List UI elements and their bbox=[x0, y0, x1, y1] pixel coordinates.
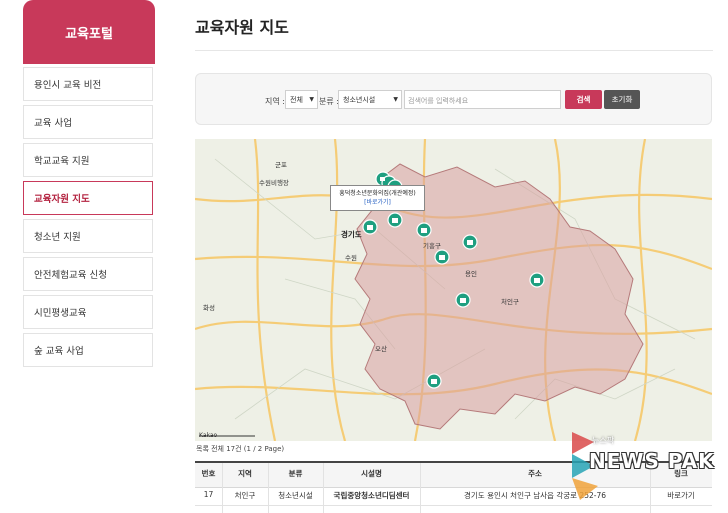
sidebar-item-forest-education[interactable]: 숲 교육 사업 bbox=[23, 333, 153, 367]
news-watermark: 뉴스팍 NEWS PAK bbox=[572, 432, 720, 500]
search-input[interactable]: 검색어를 입력하세요 bbox=[404, 90, 561, 109]
cell-facility[interactable]: 국립중앙청소년디딤센터 bbox=[323, 490, 420, 501]
chevron-down-icon: ▼ bbox=[309, 96, 314, 103]
sidebar-item-youth-support[interactable]: 청소년 지원 bbox=[23, 219, 153, 253]
sidebar-item-vision[interactable]: 용인시 교육 비전 bbox=[23, 67, 153, 101]
col-header-category: 분류 bbox=[288, 469, 303, 478]
region-select[interactable]: 전체 ▼ bbox=[285, 90, 318, 109]
popup-link[interactable]: [바로가기] bbox=[331, 198, 424, 207]
result-summary: 목록 전체 17건 (1 / 2 Page) bbox=[196, 445, 285, 453]
page-title: 교육자원 지도 bbox=[195, 18, 289, 37]
map-label-gunpo: 군포 bbox=[275, 161, 287, 169]
region-label: 지역 : bbox=[265, 97, 285, 106]
col-header-number: 번호 bbox=[201, 469, 216, 478]
map-label-yongin: 용인 bbox=[465, 270, 477, 278]
resource-map[interactable]: 군포 수원비행장 경기도 수원 기흥구 처인구 용인 화성 오산 흥덕청소년문화… bbox=[195, 139, 712, 441]
chevron-down-icon: ▼ bbox=[393, 96, 398, 103]
reset-button[interactable]: 초기화 bbox=[604, 90, 640, 109]
watermark-big-text: NEWS PAK bbox=[589, 449, 715, 473]
sidebar-item-lifelong-education[interactable]: 시민평생교육 bbox=[23, 295, 153, 329]
col-header-facility: 시설명 bbox=[361, 469, 382, 478]
map-label-hwaseong: 화성 bbox=[203, 304, 215, 312]
map-copyright: Kakao bbox=[199, 432, 218, 439]
region-select-value: 전체 bbox=[290, 96, 303, 104]
sidebar-title: 교육포털 bbox=[23, 0, 155, 64]
sidebar-item-resource-map[interactable]: 교육자원 지도 bbox=[23, 181, 153, 215]
map-label-gyeonggi: 경기도 bbox=[341, 230, 362, 239]
map-label-suwon: 수원 bbox=[345, 254, 357, 262]
map-label-osan: 오산 bbox=[375, 345, 387, 353]
popup-title: 흥덕청소년문화의집(개관예정) bbox=[339, 190, 416, 197]
sidebar-item-education-projects[interactable]: 교육 사업 bbox=[23, 105, 153, 139]
watermark-small-text: 뉴스팍 bbox=[592, 436, 615, 445]
category-select-value: 청소년시설 bbox=[343, 96, 376, 104]
cell-category: 청소년시설 bbox=[278, 491, 313, 500]
sidebar-item-safety-education[interactable]: 안전체험교육 신청 bbox=[23, 257, 153, 291]
map-popup[interactable]: 흥덕청소년문화의집(개관예정) [바로가기] bbox=[330, 185, 425, 211]
col-header-region: 지역 bbox=[238, 469, 252, 478]
cell-region: 처인구 bbox=[234, 491, 256, 500]
cell-number: 17 bbox=[203, 490, 214, 499]
title-divider bbox=[195, 50, 713, 51]
sidebar-item-school-support[interactable]: 학교교육 지원 bbox=[23, 143, 153, 177]
map-label-cheoin: 처인구 bbox=[501, 298, 519, 306]
category-label: 분류 : bbox=[319, 97, 339, 106]
category-select[interactable]: 청소년시설 ▼ bbox=[338, 90, 402, 109]
map-label-suwon-airbase: 수원비행장 bbox=[259, 179, 289, 187]
table-row-divider bbox=[195, 505, 712, 506]
map-label-giheung: 기흥구 bbox=[423, 242, 441, 250]
search-button[interactable]: 검색 bbox=[565, 90, 602, 109]
